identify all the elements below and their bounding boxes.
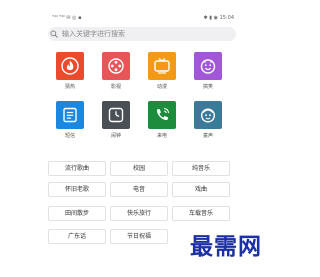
category-label-sms: 短信 (64, 133, 75, 139)
category-tile-child (194, 101, 222, 129)
category-ringtone[interactable]: 来电 (144, 101, 180, 139)
category-film[interactable]: 影视 (98, 52, 134, 90)
tv-icon (154, 58, 170, 74)
category-hot[interactable]: 猜热 (52, 52, 88, 90)
watermark: 最需网 (190, 234, 262, 260)
category-sms[interactable]: 短信 (52, 101, 88, 139)
tag-button-holiday-wishes[interactable]: 节日祝福 (110, 229, 168, 244)
category-tile-hot (56, 52, 84, 80)
tag-button-oldies[interactable]: 怀旧老歌 (48, 182, 106, 197)
category-label-alarm: 闹钟 (110, 133, 121, 139)
category-label-funny: 搞笑 (202, 84, 213, 90)
tag-button-happy-travel[interactable]: 快乐旅行 (110, 206, 168, 221)
category-tile-anime (148, 52, 176, 80)
tag-button-pop[interactable]: 流行歌曲 (48, 161, 106, 176)
category-label-child: 童声 (202, 133, 213, 139)
status-bar-left: ᵀ⁴ˡˡ ᵀ⁴ˡˡ ✉ ◎ ▪ (52, 15, 82, 21)
search-placeholder: 输入关键字进行搜索 (62, 30, 125, 38)
category-label-anime: 动漫 (156, 84, 167, 90)
category-alarm[interactable]: 闹钟 (98, 101, 134, 139)
category-tile-ringtone (148, 101, 176, 129)
search-bar[interactable]: 输入关键字进行搜索 (48, 27, 236, 41)
message-icon (63, 107, 77, 123)
status-bar: ᵀ⁴ˡˡ ᵀ⁴ˡˡ ✉ ◎ ▪ ✱ ▮ ◉ 15:04 (50, 14, 234, 24)
category-funny[interactable]: 搞笑 (190, 52, 226, 90)
category-tile-funny (194, 52, 222, 80)
tag-button-pure-music[interactable]: 纯音乐 (172, 161, 230, 176)
phone-icon (156, 107, 170, 121)
category-label-film: 影视 (110, 84, 121, 90)
smiley-icon (200, 59, 216, 74)
phone-screen: ᵀ⁴ˡˡ ᵀ⁴ˡˡ ✉ ◎ ▪ ✱ ▮ ◉ 15:04 输入关键字进行搜索 猜热 (0, 0, 299, 277)
category-child[interactable]: 童声 (190, 101, 226, 139)
child-face-icon (200, 108, 216, 123)
tag-button-electronic[interactable]: 电音 (110, 182, 168, 197)
film-reel-icon (108, 58, 124, 74)
alarm-clock-icon (108, 107, 124, 123)
tag-button-opera[interactable]: 戏曲 (172, 182, 230, 197)
category-anime[interactable]: 动漫 (144, 52, 180, 90)
tag-button-car-music[interactable]: 车载音乐 (172, 206, 230, 221)
tag-button-campus[interactable]: 校园 (110, 161, 168, 176)
category-tile-film (102, 52, 130, 80)
category-tile-sms (56, 101, 84, 129)
status-bar-right: ✱ ▮ ◉ 15:04 (203, 15, 234, 21)
tag-button-field-walk[interactable]: 田间散步 (48, 206, 106, 221)
category-tile-alarm (102, 101, 130, 129)
category-label-hot: 猜热 (64, 84, 75, 90)
tag-button-cantonese[interactable]: 广东话 (48, 229, 106, 244)
search-icon (50, 30, 58, 38)
flame-icon (61, 57, 79, 75)
category-label-ringtone: 来电 (156, 133, 167, 139)
